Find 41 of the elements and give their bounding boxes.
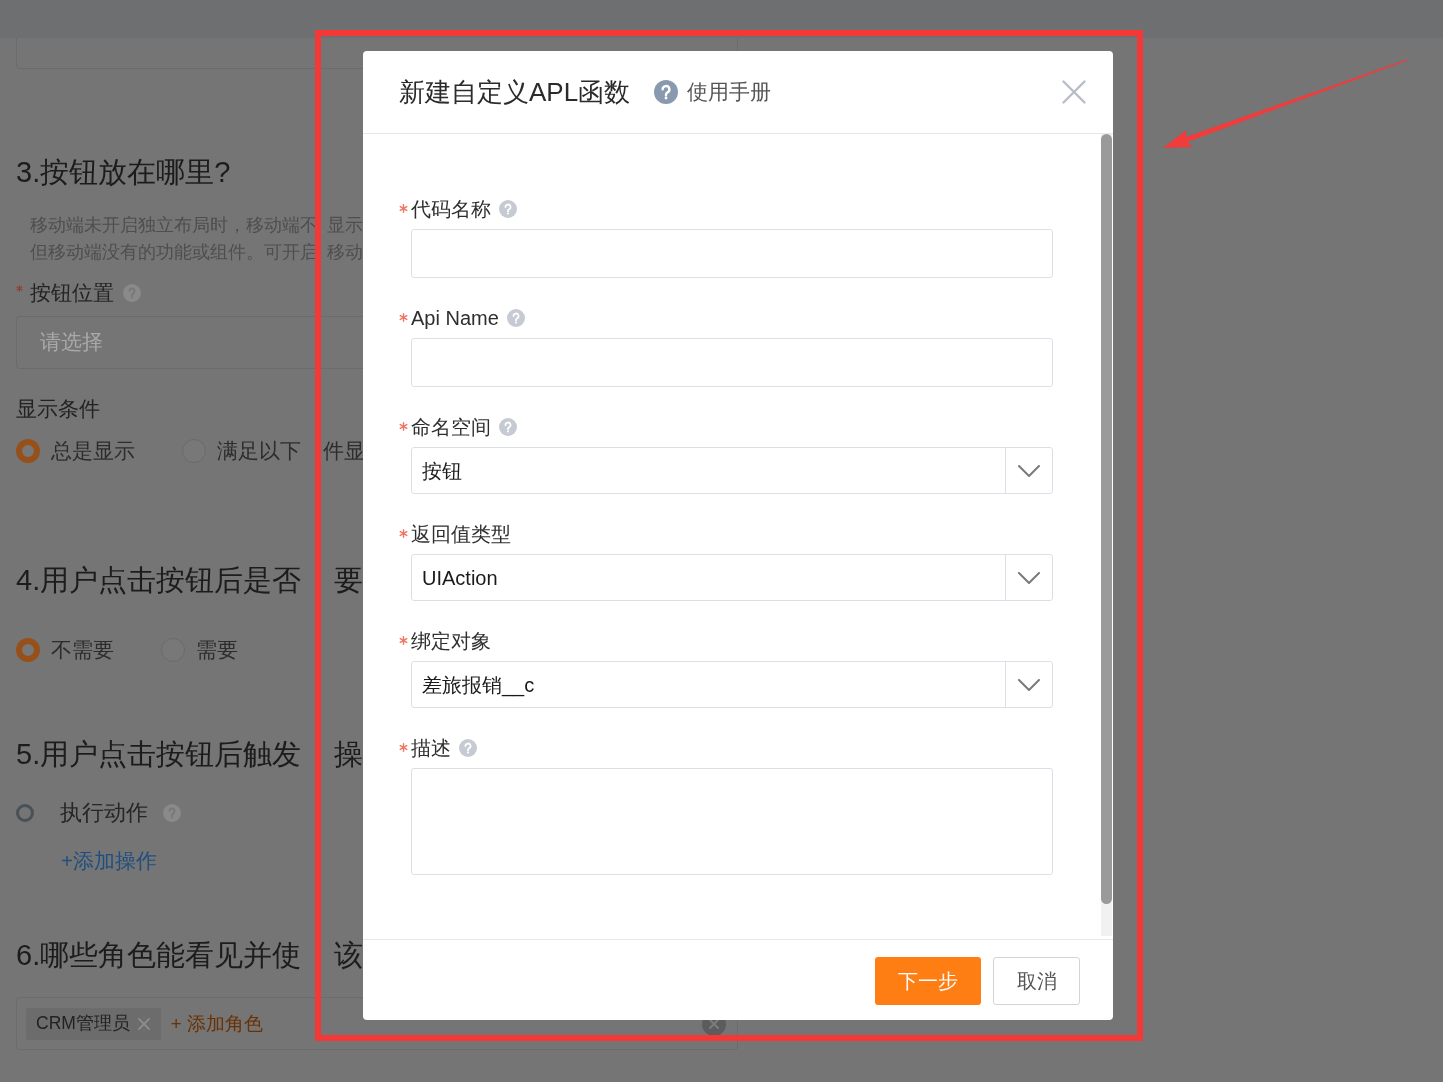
section-heading: 6.哪些角色能看见并使 — [16, 938, 302, 973]
radio-label: 满足以下 — [217, 439, 301, 463]
field-label: 按钮位置 — [30, 281, 114, 305]
chevron-down-icon — [1018, 571, 1040, 584]
section-heading: 3.按钮放在哪里? — [16, 155, 231, 190]
close-button[interactable] — [1062, 80, 1086, 104]
section-heading: 操 — [334, 737, 363, 772]
cancel-button[interactable]: 取消 — [993, 957, 1080, 1005]
dialog-title: 新建自定义APL函数 — [399, 75, 631, 109]
action-label: 执行动作 — [60, 801, 148, 825]
radio-label: 总是显示 — [51, 439, 135, 463]
select-field[interactable]: 按钮 — [411, 447, 1053, 494]
field-label: 返回值类型 — [411, 523, 511, 545]
select-field[interactable]: UIAction — [411, 554, 1053, 601]
remove-icon[interactable] — [137, 1017, 150, 1030]
text-input[interactable] — [411, 229, 1053, 278]
ring-icon — [16, 804, 34, 822]
field-label: 命名空间 — [411, 416, 491, 438]
field-label: 显示条件 — [16, 397, 100, 421]
field-label: Api Name — [411, 307, 499, 329]
help-icon — [654, 80, 679, 104]
section-heading: 该 — [334, 938, 363, 973]
select-field[interactable]: 差旅报销__c — [411, 661, 1053, 708]
tag-label: CRM管理员 — [36, 1012, 130, 1036]
radio-button[interactable] — [16, 439, 40, 463]
radio-button[interactable] — [16, 638, 40, 662]
section-heading: 要 — [334, 563, 363, 598]
radio-label: 件显 — [323, 439, 365, 463]
close-icon — [1062, 80, 1086, 104]
field-label: 代码名称 — [411, 198, 491, 220]
text-input[interactable] — [411, 338, 1053, 387]
manual-link[interactable]: 使用手册 — [687, 76, 772, 108]
section-heading: 4.用户点击按钮后是否 — [16, 563, 302, 598]
radio-label: 不需要 — [51, 638, 114, 662]
section-heading: 5.用户点击按钮后触发 — [16, 737, 302, 772]
text-area[interactable] — [411, 768, 1053, 875]
field-label: 描述 — [411, 737, 451, 759]
chevron-down-icon — [1018, 464, 1040, 477]
chevron-down-icon — [1018, 678, 1040, 691]
radio-label: 需要 — [196, 638, 238, 662]
field-label: 绑定对象 — [411, 630, 491, 652]
